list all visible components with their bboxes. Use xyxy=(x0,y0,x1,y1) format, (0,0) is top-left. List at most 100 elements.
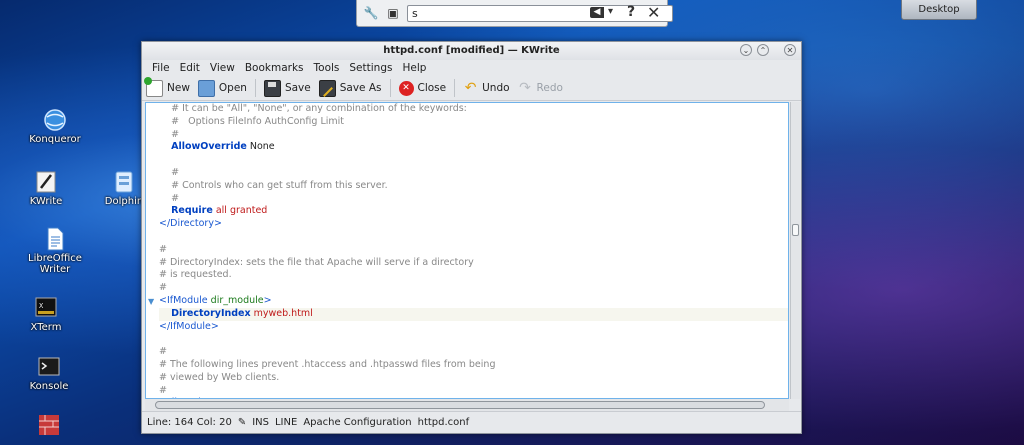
menu-help[interactable]: Help xyxy=(397,60,431,76)
terminal-icon: X xyxy=(35,297,57,317)
file-name: httpd.conf xyxy=(417,417,470,428)
toolbar-separator xyxy=(254,79,256,97)
clear-input-icon[interactable]: ◀ xyxy=(590,7,604,18)
fold-arrow-icon[interactable]: ▼ xyxy=(148,297,154,306)
wrench-icon[interactable]: 🔧 xyxy=(363,5,379,21)
help-button[interactable]: ? xyxy=(627,4,635,20)
save-icon xyxy=(263,79,281,97)
menu-bookmarks[interactable]: Bookmarks xyxy=(240,60,309,76)
code-token: # DirectoryIndex: sets the file that Apa… xyxy=(159,256,474,268)
menu-edit[interactable]: Edit xyxy=(175,60,205,76)
code-token: myweb.html xyxy=(250,307,313,319)
code-line[interactable]: # xyxy=(159,346,788,359)
code-line[interactable]: AllowOverride None xyxy=(159,141,788,154)
redo-icon: ↷ xyxy=(519,79,531,96)
save-as-label: Save As xyxy=(339,82,382,94)
chevron-down-icon[interactable]: ▾ xyxy=(608,6,613,17)
menu-file[interactable]: File xyxy=(147,60,175,76)
code-line[interactable]: <IfModule dir_module> xyxy=(159,295,788,308)
scroll-thumb[interactable] xyxy=(792,224,799,236)
desktop-icon-konqueror[interactable]: Konqueror xyxy=(20,108,90,145)
editor-lines: # It can be "All", "None", or any combin… xyxy=(159,103,788,398)
code-token: # The following lines prevent .htaccess … xyxy=(159,358,496,370)
code-line[interactable]: # is requested. xyxy=(159,269,788,282)
code-token: dir_module xyxy=(210,294,264,306)
undo-button[interactable]: ↶ Undo xyxy=(463,79,510,96)
code-line[interactable]: # xyxy=(159,167,788,180)
desktop-button[interactable]: Desktop xyxy=(901,0,977,20)
save-label: Save xyxy=(284,82,311,94)
close-icon[interactable]: ✕ xyxy=(647,3,660,22)
minimize-icon[interactable]: ⌄ xyxy=(740,44,752,56)
cursor-position: Line: 164 Col: 20 xyxy=(147,417,232,428)
code-line[interactable] xyxy=(159,231,788,244)
maximize-icon[interactable]: ⌃ xyxy=(757,44,769,56)
menu-view[interactable]: View xyxy=(205,60,240,76)
folder-open-icon xyxy=(197,79,215,97)
menu-settings[interactable]: Settings xyxy=(344,60,397,76)
toolbar: New Open Save Save As ✕ Close ↶ Undo ↷ R… xyxy=(142,76,801,101)
code-line[interactable]: # Options FileInfo AuthConfig Limit xyxy=(159,116,788,129)
undo-icon: ↶ xyxy=(464,79,477,96)
folder-icon xyxy=(115,171,133,193)
code-line[interactable]: # xyxy=(159,282,788,295)
code-token: all granted xyxy=(212,205,268,217)
code-line[interactable]: Require all granted xyxy=(159,205,788,218)
pen-icon xyxy=(36,171,56,193)
desktop-icon-libreoffice-writer[interactable]: LibreOffice Writer xyxy=(20,227,90,275)
code-line[interactable]: </IfModule> xyxy=(159,321,788,334)
code-token: # is requested. xyxy=(159,269,232,281)
redo-button[interactable]: ↷ Redo xyxy=(518,79,563,96)
image-icon[interactable]: ▣ xyxy=(385,5,401,21)
desktop-icon-xterm[interactable]: X XTerm xyxy=(11,296,81,333)
desktop-icon-label: XTerm xyxy=(30,322,62,333)
code-line[interactable]: # DirectoryIndex: sets the file that Apa… xyxy=(159,257,788,270)
desktop-icon-kwrite[interactable]: KWrite xyxy=(11,170,81,207)
new-label: New xyxy=(167,82,190,94)
code-line[interactable] xyxy=(159,154,788,167)
menu-tools[interactable]: Tools xyxy=(309,60,345,76)
code-token: # viewed by Web clients. xyxy=(159,371,280,383)
code-line[interactable]: # xyxy=(159,129,788,142)
code-token: DirectoryIndex xyxy=(171,307,251,319)
code-line[interactable]: # xyxy=(159,244,788,257)
close-button[interactable]: ✕ Close xyxy=(398,80,446,96)
desktop-icon-label: Dolphin xyxy=(104,196,144,207)
fold-gutter[interactable]: ▼ xyxy=(146,103,158,398)
insert-mode[interactable]: INS xyxy=(252,417,269,428)
code-line[interactable]: # xyxy=(159,385,788,398)
selection-mode[interactable]: LINE xyxy=(275,417,297,428)
code-line[interactable]: </Directory> xyxy=(159,218,788,231)
file-type[interactable]: Apache Configuration xyxy=(303,417,411,428)
code-line[interactable]: DirectoryIndex myweb.html xyxy=(159,307,788,321)
new-button[interactable]: New xyxy=(144,76,190,97)
desktop-icon-label: Konsole xyxy=(29,381,69,392)
code-token: </Directory> xyxy=(159,218,222,230)
code-line[interactable] xyxy=(159,333,788,346)
desktop-icon-partial[interactable] xyxy=(14,413,84,439)
title-bar[interactable]: httpd.conf [modified] — KWrite ⌄ ⌃ ✕ xyxy=(142,42,801,60)
desktop-icon-label: KWrite xyxy=(29,196,63,207)
save-as-icon xyxy=(318,79,336,97)
code-line[interactable]: # xyxy=(159,193,788,206)
code-token: <IfModule xyxy=(159,294,211,306)
status-bar: Line: 164 Col: 20 ✎ INS LINE Apache Conf… xyxy=(142,411,801,433)
scroll-track[interactable] xyxy=(155,401,765,409)
save-as-button[interactable]: Save As xyxy=(318,79,382,97)
code-line[interactable]: # viewed by Web clients. xyxy=(159,372,788,385)
code-token: # xyxy=(159,384,167,396)
toolbar-separator xyxy=(454,79,456,97)
close-window-icon[interactable]: ✕ xyxy=(784,44,796,56)
desktop-icon-konsole[interactable]: Konsole xyxy=(14,355,84,392)
vertical-scrollbar[interactable] xyxy=(790,102,800,399)
code-line[interactable]: # Controls who can get stuff from this s… xyxy=(159,180,788,193)
code-token: # xyxy=(159,282,167,294)
horizontal-scrollbar[interactable] xyxy=(145,399,789,411)
text-editor[interactable]: ▼ # It can be "All", "None", or any comb… xyxy=(145,102,789,399)
open-button[interactable]: Open xyxy=(197,79,247,97)
code-line[interactable]: # It can be "All", "None", or any combin… xyxy=(159,103,788,116)
code-token: AllowOverride xyxy=(171,141,247,153)
code-line[interactable]: # The following lines prevent .htaccess … xyxy=(159,359,788,372)
save-button[interactable]: Save xyxy=(263,79,311,97)
window-title: httpd.conf [modified] — KWrite xyxy=(383,45,560,56)
